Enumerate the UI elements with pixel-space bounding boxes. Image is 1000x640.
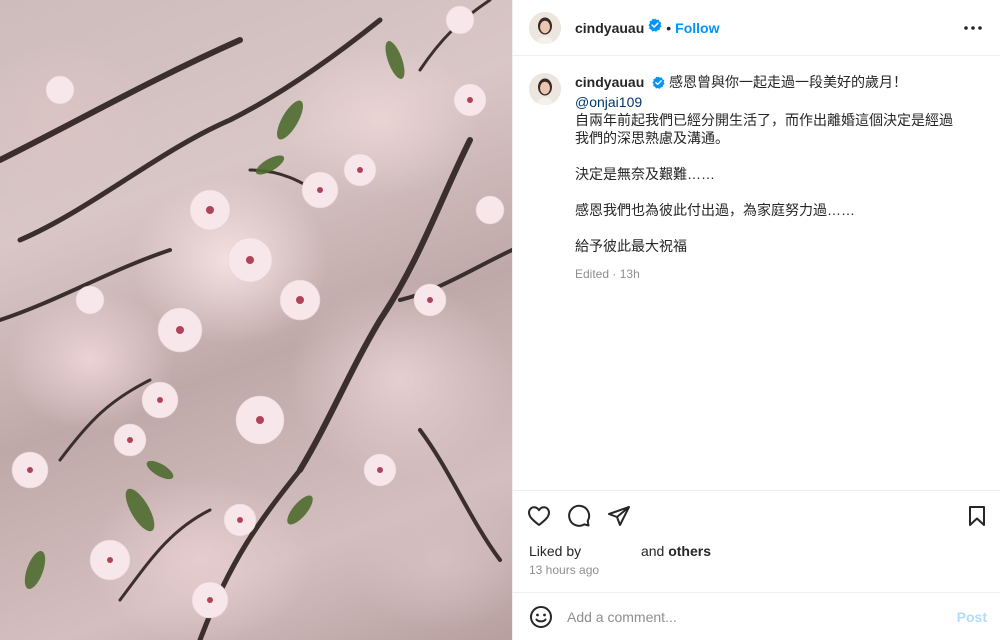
comment-bar: Post: [513, 592, 1000, 640]
mention-link[interactable]: @onjai109: [575, 94, 642, 110]
likes-others[interactable]: others: [668, 543, 711, 559]
share-icon[interactable]: [607, 504, 631, 528]
liker-username-hidden[interactable]: [585, 546, 637, 556]
caption-text-line5: 給予彼此最大祝福: [575, 238, 687, 254]
comment-input[interactable]: [567, 608, 937, 625]
caption-text-line4: 感恩我們也為彼此付出過，為家庭努力過……: [575, 202, 855, 218]
edited-label: Edited · 13h: [575, 265, 955, 283]
caption-text-line3: 決定是無奈及艱難……: [575, 166, 715, 182]
cherry-blossom-image: [0, 0, 512, 640]
heart-icon[interactable]: [527, 504, 551, 528]
bookmark-icon[interactable]: [965, 504, 989, 528]
emoji-icon[interactable]: [529, 605, 553, 629]
comment-icon[interactable]: [567, 504, 591, 528]
post-comment-button[interactable]: Post: [957, 609, 987, 625]
caption-text-line1: 感恩曾與你一起走過一段美好的歲月！: [669, 74, 908, 90]
header-username[interactable]: cindyauau: [575, 20, 644, 36]
likes-and: and: [640, 543, 665, 559]
post-timestamp[interactable]: 13 hours ago: [529, 563, 599, 577]
post-photo[interactable]: [0, 0, 512, 640]
header-separator: •: [666, 19, 672, 36]
caption-text-line2: 自兩年前起我們已經分開生活了，而作出離婚這個決定是經過我們的深思熟慮及溝通。: [575, 112, 953, 146]
caption-row: cindyauau 感恩曾與你一起走過一段美好的歲月！ @onjai109 自兩…: [529, 73, 985, 283]
more-options-icon[interactable]: [961, 18, 985, 38]
likes-prefix: Liked by: [529, 543, 582, 559]
edited-time: 13h: [619, 267, 640, 281]
edited-text: Edited: [575, 267, 610, 281]
avatar[interactable]: [529, 11, 561, 44]
edited-separator: ·: [612, 267, 617, 281]
action-bar: [513, 490, 1000, 540]
caption-first-line: cindyauau 感恩曾與你一起走過一段美好的歲月！ @onjai109: [575, 73, 955, 111]
post-detail-panel: cindyauau • Follow cindyauau 感恩曾與你一起走過一段…: [512, 0, 1000, 640]
follow-button[interactable]: Follow: [675, 20, 719, 36]
verified-badge-icon: [652, 75, 665, 93]
caption-text: cindyauau 感恩曾與你一起走過一段美好的歲月！ @onjai109 自兩…: [575, 73, 955, 283]
post-header: cindyauau • Follow: [513, 0, 1000, 56]
caption-username[interactable]: cindyauau: [575, 74, 644, 90]
caption-area: cindyauau 感恩曾與你一起走過一段美好的歲月！ @onjai109 自兩…: [513, 57, 1000, 489]
verified-badge-icon: [648, 18, 662, 37]
likes-summary[interactable]: Liked by and others: [529, 543, 711, 559]
caption-avatar[interactable]: [529, 73, 561, 105]
